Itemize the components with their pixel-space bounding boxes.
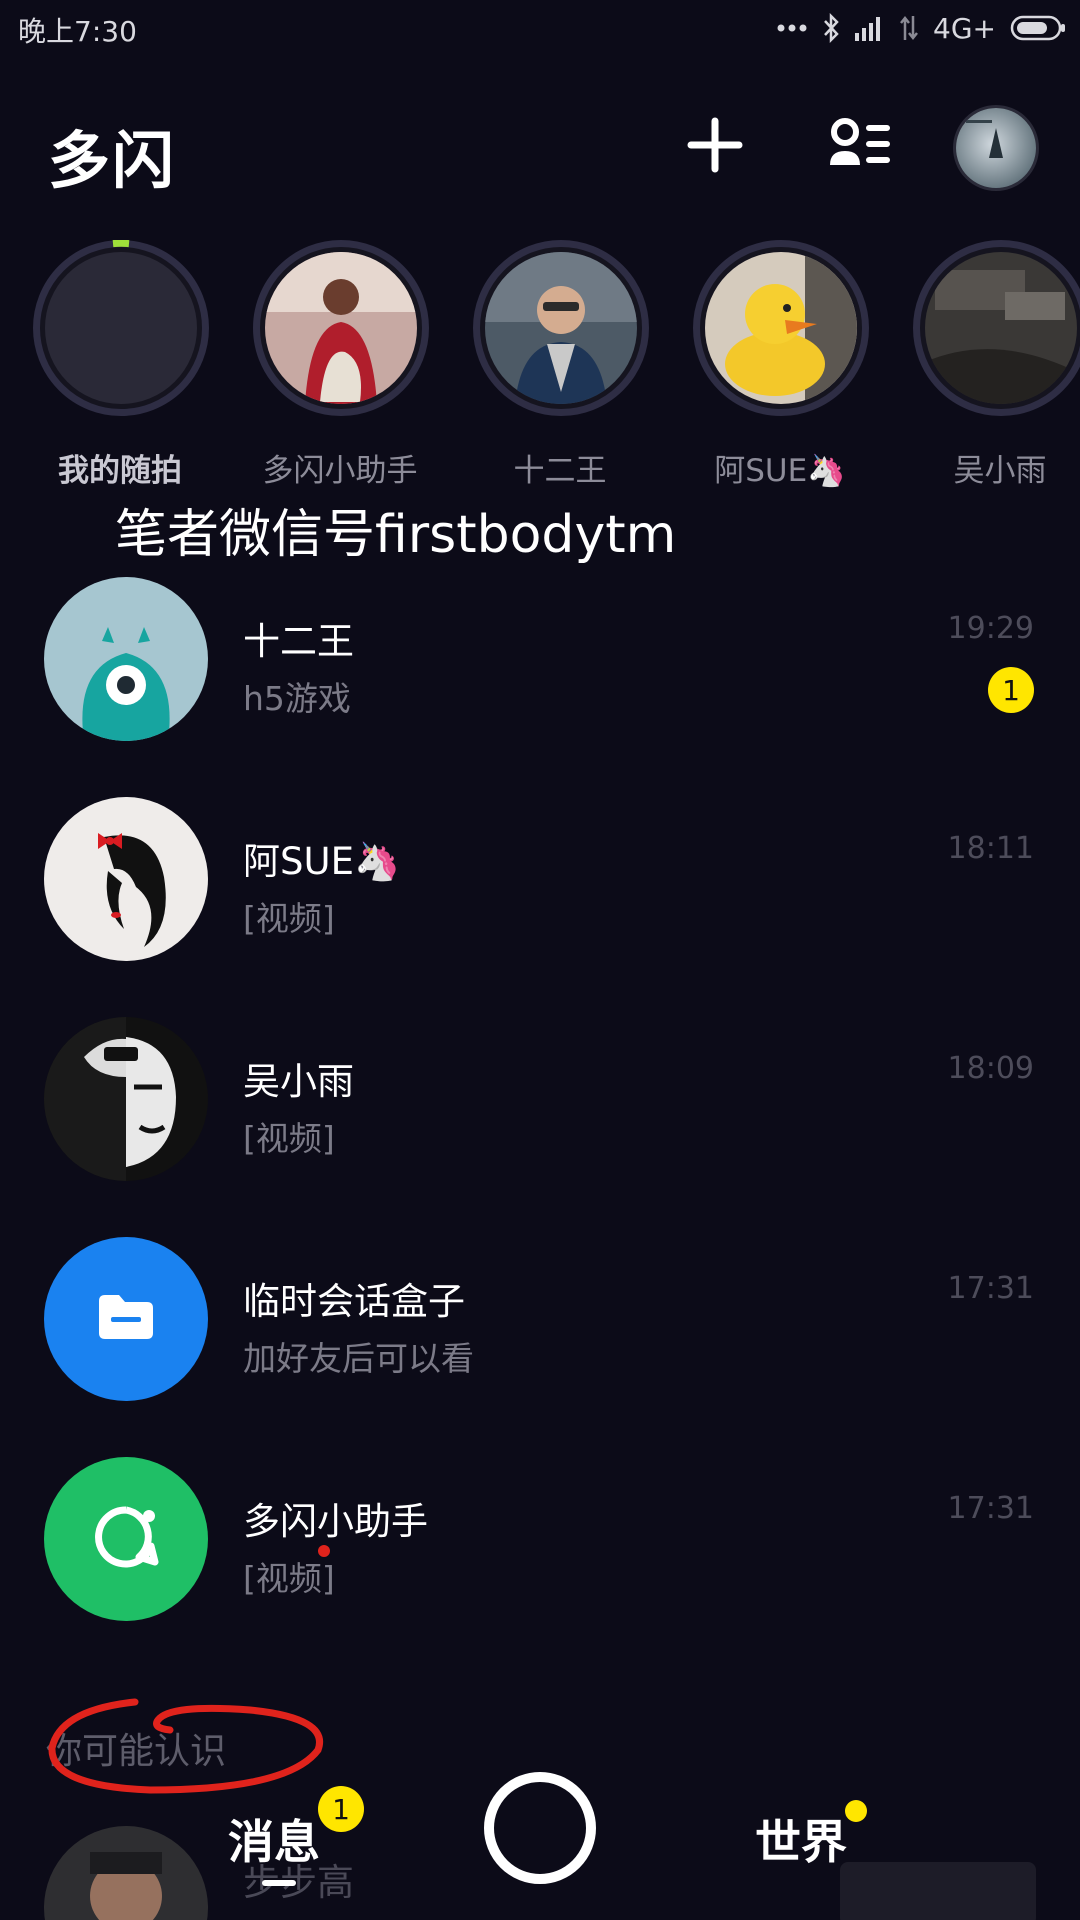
conversation-preview: [视频]: [243, 1559, 335, 1598]
story-ring: [913, 240, 1080, 416]
story-thumbnail: [265, 252, 417, 404]
contacts-button[interactable]: [825, 112, 895, 182]
conversation-preview: [视频]: [243, 1119, 335, 1158]
stories-row: 我的随拍 多闪小助手 十二王 阿SUE🦄 吴小雨: [0, 240, 1080, 490]
page-title: 多闪: [48, 124, 177, 197]
conversation-row[interactable]: 临时会话盒子 加好友后可以看 17:31: [0, 1237, 1080, 1437]
conversation-time: 17:31: [947, 1491, 1034, 1526]
conversation-row[interactable]: 吴小雨 [视频] 18:09: [0, 1017, 1080, 1217]
avatar: [44, 797, 208, 961]
contacts-list-icon: [827, 115, 893, 179]
story-label: 十二王: [513, 453, 607, 489]
messages-badge: 1: [318, 1786, 364, 1832]
conversation-name: 临时会话盒子: [243, 1280, 465, 1323]
conversation-name: 阿SUE🦄: [243, 840, 401, 883]
story-progress-icon: [112, 240, 130, 248]
conversation-time: 18:11: [947, 831, 1034, 866]
conversation-preview: [视频]: [243, 899, 335, 938]
watermark-text: 笔者微信号firstbodytm: [115, 505, 677, 565]
conversation-row[interactable]: 多闪小助手 [视频] 17:31: [0, 1457, 1080, 1657]
profile-avatar[interactable]: [953, 105, 1039, 191]
conversation-row[interactable]: 十二王 h5游戏 19:29 1: [0, 577, 1080, 777]
folder-icon: [97, 1293, 155, 1345]
conversation-time: 19:29: [947, 611, 1034, 646]
assistant-chat-icon: [91, 1502, 161, 1576]
capture-button[interactable]: [484, 1772, 596, 1884]
story-label: 多闪小助手: [262, 453, 418, 489]
unread-badge: 1: [988, 667, 1034, 713]
story-ring: [253, 240, 429, 416]
tab-messages[interactable]: 消息: [228, 1806, 320, 1872]
status-time: 晚上7:30: [18, 15, 137, 48]
world-new-dot: [845, 1800, 867, 1822]
conversation-preview: 加好友后可以看: [243, 1339, 474, 1378]
conversation-name: 多闪小助手: [243, 1500, 428, 1543]
signal-icon: [855, 15, 885, 41]
story-ring: [473, 240, 649, 416]
conversation-time: 18:09: [947, 1051, 1034, 1086]
new-dot: [318, 1545, 330, 1557]
more-dots-icon: [777, 23, 807, 33]
tab-world[interactable]: 世界: [755, 1806, 847, 1872]
bluetooth-icon: [821, 13, 841, 43]
data-transfer-icon: [899, 14, 919, 42]
avatar: [44, 1237, 208, 1401]
story-ring: [693, 240, 869, 416]
status-bar: 晚上7:30 4G+: [0, 0, 1080, 56]
conversation-row[interactable]: 阿SUE🦄 [视频] 18:11: [0, 797, 1080, 997]
annotation-circle: [48, 1698, 323, 1794]
story-thumbnail: [485, 252, 637, 404]
status-icons: 4G+: [777, 10, 1066, 46]
story-thumbnail: [705, 252, 857, 404]
plus-icon: [685, 115, 745, 179]
avatar: [44, 1457, 208, 1621]
story-label: 阿SUE🦄: [714, 453, 846, 489]
avatar: [44, 577, 208, 741]
conversation-name: 十二王: [243, 620, 354, 663]
story-label: 我的随拍: [58, 453, 182, 489]
story-label: 吴小雨: [953, 453, 1047, 489]
add-friend-button[interactable]: [840, 1862, 1036, 1920]
battery-icon: [1010, 14, 1066, 42]
story-thumbnail: [925, 252, 1077, 404]
conversation-preview: h5游戏: [243, 679, 351, 718]
network-type: 4G+: [933, 11, 996, 45]
avatar: [44, 1017, 208, 1181]
add-button[interactable]: [680, 112, 750, 182]
active-tab-indicator: [262, 1880, 296, 1886]
avatar[interactable]: [44, 1826, 208, 1920]
conversation-time: 17:31: [947, 1271, 1034, 1306]
conversation-name: 吴小雨: [243, 1060, 354, 1103]
